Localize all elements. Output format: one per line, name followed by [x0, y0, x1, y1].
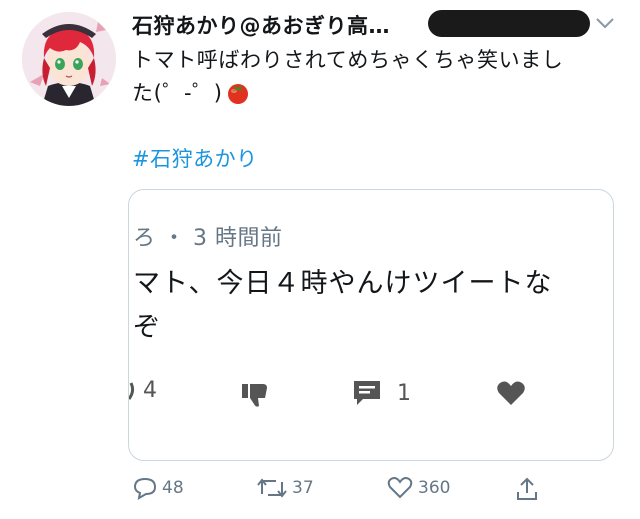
- quoted-reply-count: 4: [143, 378, 157, 403]
- retweet-button[interactable]: 37: [256, 476, 314, 500]
- share-icon: [517, 477, 537, 500]
- quoted-meta: ろ ・ 3 時間前: [133, 226, 283, 251]
- quoted-dislike-button[interactable]: [239, 378, 271, 410]
- share-button[interactable]: [514, 476, 544, 502]
- author-name[interactable]: 石狩あかり@あおぎり高…: [132, 10, 390, 40]
- author-avatar[interactable]: [22, 12, 116, 106]
- quoted-actions: 4 1: [129, 378, 613, 418]
- reply-icon: [133, 477, 157, 500]
- tweet-text-line2: た(゜-゜): [132, 77, 612, 115]
- reply-count: 48: [162, 478, 184, 498]
- quoted-comment-button[interactable]: 1: [351, 378, 411, 408]
- quoted-text: マト、今日４時やんけツイートな ぞ: [133, 262, 603, 350]
- chevron-down-icon[interactable]: [594, 14, 616, 32]
- retweet-count: 37: [292, 478, 314, 498]
- heart-icon: [497, 381, 525, 405]
- like-button[interactable]: 360: [386, 476, 450, 500]
- quoted-text-line1: マト、今日４時やんけツイートな: [133, 268, 553, 299]
- reply-icon: [129, 381, 135, 400]
- retweet-icon: [257, 478, 287, 498]
- quoted-reply-button[interactable]: 4: [129, 378, 157, 403]
- quoted-like-button[interactable]: [495, 378, 527, 408]
- tweet-actions: 48 37 360: [0, 470, 640, 510]
- comment-icon: [354, 381, 380, 405]
- reply-button[interactable]: 48: [132, 476, 184, 500]
- quoted-comment-count: 1: [397, 380, 411, 406]
- redacted-handle: [428, 10, 590, 37]
- heart-icon: [387, 477, 413, 499]
- hashtag-link[interactable]: #石狩あかり: [132, 143, 258, 173]
- tweet-text: トマト呼ばわりされてめちゃくちゃ笑いまし た(゜-゜): [132, 44, 612, 115]
- thumbs-down-icon: [242, 384, 267, 407]
- quoted-text-line2: ぞ: [133, 312, 161, 343]
- tomato-emoji-icon: [225, 79, 251, 115]
- tweet-text-line1: トマト呼ばわりされてめちゃくちゃ笑いまし: [132, 48, 564, 72]
- avatar-image: [22, 12, 116, 106]
- like-count: 360: [418, 478, 451, 498]
- quoted-tweet-card[interactable]: ろ ・ 3 時間前 マト、今日４時やんけツイートな ぞ 4 1: [128, 189, 614, 461]
